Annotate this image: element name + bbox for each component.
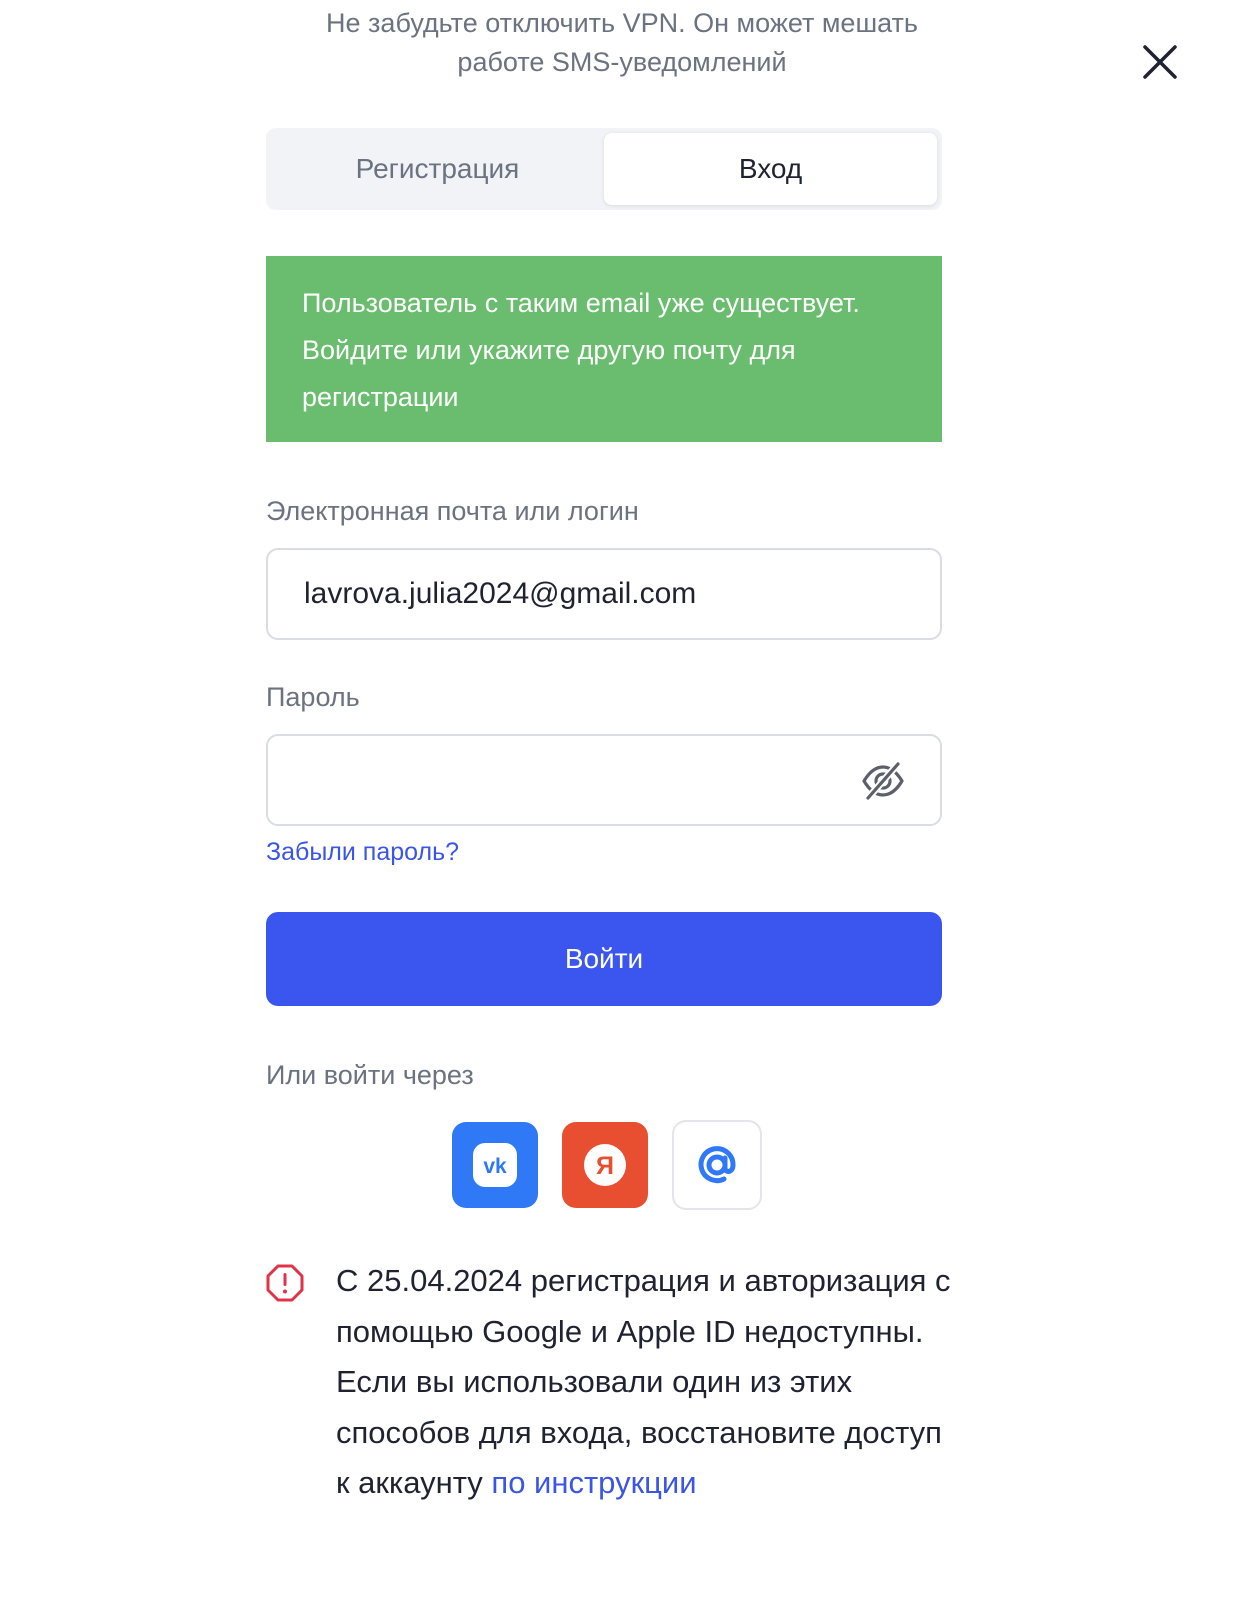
- warning-icon: [266, 1264, 304, 1302]
- vpn-notice-line1: Не забудьте отключить VPN. Он может меша…: [326, 8, 918, 38]
- vk-icon: vk: [473, 1143, 517, 1187]
- close-button[interactable]: [1138, 40, 1182, 84]
- tab-registration[interactable]: Регистрация: [271, 133, 604, 205]
- password-label: Пароль: [266, 682, 360, 712]
- svg-text:Я: Я: [596, 1152, 614, 1180]
- mailru-login-button[interactable]: [672, 1120, 762, 1210]
- login-button[interactable]: Войти: [266, 912, 942, 1006]
- email-field[interactable]: lavrova.julia2024@gmail.com: [266, 548, 942, 640]
- close-icon: [1143, 45, 1177, 79]
- instruction-link[interactable]: по инструкции: [491, 1465, 696, 1500]
- svg-text:vk: vk: [483, 1155, 507, 1178]
- vk-login-button[interactable]: vk: [452, 1122, 538, 1208]
- forgot-password-link[interactable]: Забыли пароль?: [266, 838, 459, 867]
- eye-off-icon[interactable]: [860, 758, 906, 804]
- auth-modal: Не забудьте отключить VPN. Он может меша…: [0, 0, 1246, 1616]
- alt-login-label: Или войти через: [266, 1060, 474, 1090]
- tab-login[interactable]: Вход: [604, 133, 937, 205]
- yandex-login-button[interactable]: Я: [562, 1122, 648, 1208]
- yandex-icon: Я: [584, 1144, 626, 1186]
- auth-tabs: Регистрация Вход: [266, 128, 942, 210]
- mail-ru-icon: [698, 1146, 736, 1184]
- password-field[interactable]: [266, 734, 942, 826]
- vpn-notice: Не забудьте отключить VPN. Он может меша…: [266, 4, 978, 82]
- google-apple-warning: С 25.04.2024 регистрация и авторизация с…: [336, 1256, 956, 1509]
- email-exists-alert: Пользователь с таким email уже существуе…: [266, 256, 942, 442]
- vpn-notice-line2: работе SMS-уведомлений: [457, 47, 787, 77]
- email-label: Электронная почта или логин: [266, 496, 639, 526]
- social-login-buttons: vk Я: [452, 1120, 762, 1210]
